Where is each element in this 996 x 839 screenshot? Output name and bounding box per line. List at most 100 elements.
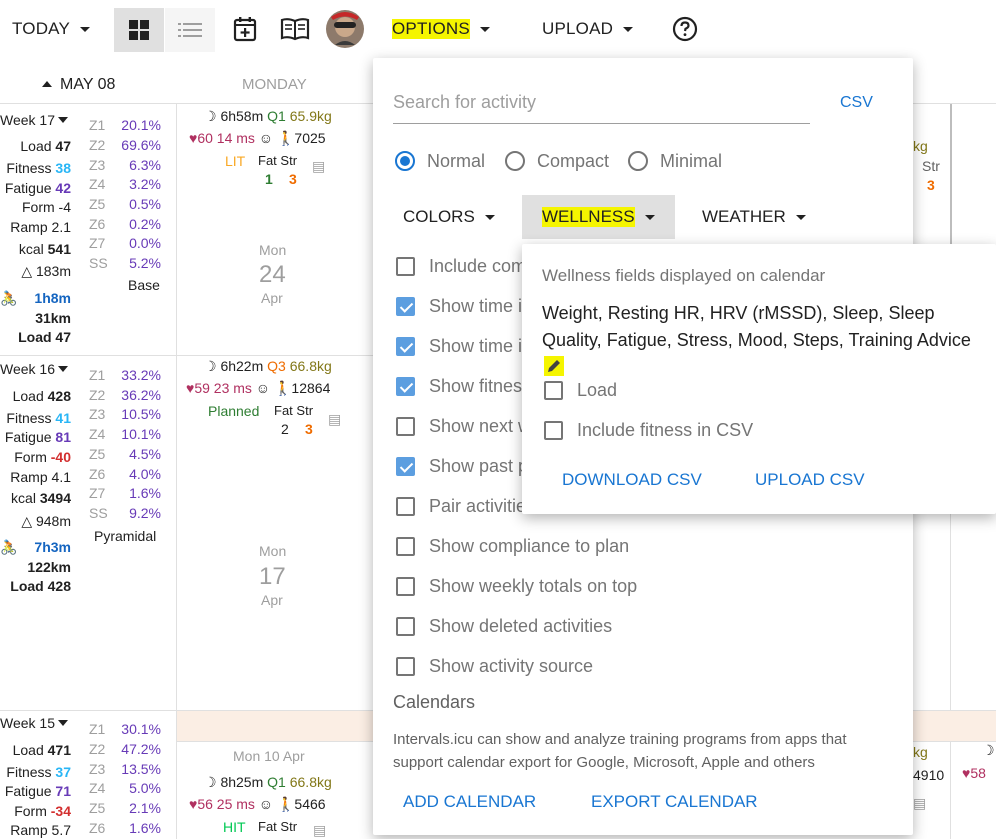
zone-percent: 5.0% [129, 780, 161, 796]
chevron-down-icon [623, 26, 634, 32]
zone-label: Z3 [89, 157, 106, 173]
mode-minimal-radio[interactable]: Minimal [628, 148, 722, 174]
week-label[interactable]: Week 16 [0, 361, 68, 377]
moon-icon: ☽ [204, 774, 217, 790]
walking-icon: 🚶 [276, 796, 295, 812]
upload-csv-button[interactable]: UPLOAD CSV [755, 470, 865, 490]
comment-icon[interactable]: ▤ [312, 158, 325, 175]
option-checkbox-0[interactable]: Include com [396, 254, 526, 278]
chevron-down-icon [479, 26, 490, 32]
option-checkbox-6[interactable]: Pair activitie [396, 494, 526, 518]
zone-percent: 4.5% [129, 446, 161, 462]
zone-label: Z7 [89, 235, 106, 251]
option-checkbox-9[interactable]: Show deleted activities [396, 614, 612, 638]
zone-percent: 5.2% [129, 255, 161, 271]
zone-percent: 2.1% [129, 800, 161, 816]
mode-normal-radio[interactable]: Normal [395, 148, 485, 174]
zone-label: Z4 [89, 426, 106, 442]
option-checkbox-7[interactable]: Show compliance to plan [396, 534, 629, 558]
wellness-fields[interactable]: Weight, Resting HR, HRV (rMSSD), Sleep, … [542, 300, 982, 381]
option-label: Show time i [429, 295, 523, 316]
help-circle-icon [672, 16, 698, 42]
zone-label: SS [89, 505, 108, 521]
zone-percent: 47.2% [121, 741, 161, 757]
option-label: Show compliance to plan [429, 535, 630, 556]
zone-percent: 10.1% [121, 426, 161, 442]
zone-percent: 3.2% [129, 176, 161, 192]
today-button[interactable]: TODAY [12, 0, 90, 58]
zone-label: Z7 [89, 485, 106, 501]
include-fitness-csv-checkbox[interactable]: Include fitness in CSV [544, 418, 753, 442]
zone-label: SS [89, 255, 108, 271]
wellness-title: Wellness fields displayed on calendar [542, 266, 826, 285]
bike-icon: 🚴 [0, 539, 18, 555]
activity-search-input[interactable]: Search for activity [393, 88, 810, 124]
option-checkbox-3[interactable]: Show fitness [396, 374, 531, 398]
planner-book-button[interactable] [280, 0, 310, 58]
export-calendar-button[interactable]: EXPORT CALENDAR [591, 792, 758, 812]
option-checkbox-2[interactable]: Show time i [396, 334, 522, 358]
mode-compact-radio[interactable]: Compact [505, 148, 609, 174]
option-label: Show weekly totals on top [429, 575, 638, 596]
wellness-menu-button[interactable]: WELLNESS [522, 195, 675, 239]
header-date[interactable]: MAY 08 [42, 76, 115, 94]
comment-icon[interactable]: ▤ [313, 822, 326, 839]
zone-label: Z4 [89, 176, 106, 192]
option-label: Include com [429, 255, 527, 276]
help-button[interactable] [672, 0, 698, 58]
colors-menu-button[interactable]: COLORS [383, 195, 515, 239]
avatar-icon [326, 10, 364, 48]
option-label: Show activity source [429, 655, 594, 676]
upload-label: UPLOAD [542, 19, 614, 38]
add-calendar-button[interactable]: ADD CALENDAR [403, 792, 536, 812]
weather-menu-button[interactable]: WEATHER [682, 195, 826, 239]
chevron-up-icon [42, 81, 52, 87]
zone-percent: 36.2% [121, 387, 161, 403]
option-label: Pair activitie [429, 495, 527, 516]
walking-icon: 🚶 [273, 380, 292, 396]
zone-percent: 0.0% [129, 235, 161, 251]
wellness-load-checkbox[interactable]: Load [544, 378, 617, 402]
option-checkbox-1[interactable]: Show time i [396, 294, 522, 318]
upload-menu-button[interactable]: UPLOAD [542, 0, 634, 58]
zone-percent: 6.3% [129, 157, 161, 173]
chevron-down-icon [58, 117, 68, 123]
checkbox-unchecked-icon [396, 256, 415, 276]
options-label: OPTIONS [392, 19, 470, 39]
comment-icon[interactable]: ▤ [913, 795, 926, 812]
calendars-description: Intervals.icu can show and analyze train… [393, 731, 847, 771]
radio-checked-icon [395, 151, 415, 171]
download-csv-button[interactable]: DOWNLOAD CSV [562, 470, 702, 490]
checkbox-unchecked-icon [396, 536, 415, 556]
option-checkbox-4[interactable]: Show next w [396, 414, 531, 438]
comment-icon[interactable]: ▤ [328, 411, 341, 428]
edit-pencil-icon[interactable] [544, 356, 564, 376]
chevron-down-icon [795, 214, 806, 220]
grid-view-button[interactable] [114, 8, 164, 52]
option-label: Show time i [429, 335, 523, 356]
checkbox-unchecked-icon [396, 416, 415, 436]
zone-label: Z2 [89, 387, 106, 403]
option-checkbox-8[interactable]: Show weekly totals on top [396, 574, 637, 598]
option-label: Show deleted activities [429, 615, 613, 636]
top-toolbar: TODAY OPTIONS UPLOAD [0, 0, 996, 58]
week-label[interactable]: Week 15 [0, 715, 68, 731]
csv-button[interactable]: CSV [840, 94, 873, 112]
option-checkbox-5[interactable]: Show past p [396, 454, 528, 478]
zone-label: Z5 [89, 446, 106, 462]
option-label: Show fitness [429, 375, 532, 396]
zone-label: Z3 [89, 761, 106, 777]
avatar[interactable] [325, 0, 365, 58]
list-view-button[interactable] [165, 8, 215, 52]
moon-icon: ☽ [204, 358, 217, 374]
checkbox-unchecked-icon [396, 496, 415, 516]
chevron-down-icon [80, 26, 90, 32]
smiley-icon: ☺ [258, 130, 274, 146]
week-label[interactable]: Week 17 [0, 112, 68, 128]
header-monday: MONDAY [242, 76, 307, 93]
options-menu-button[interactable]: OPTIONS [392, 0, 490, 58]
add-calendar-event-button[interactable] [233, 0, 257, 58]
smiley-icon: ☺ [255, 380, 271, 396]
zone-percent: 4.0% [129, 466, 161, 482]
option-checkbox-10[interactable]: Show activity source [396, 654, 593, 678]
